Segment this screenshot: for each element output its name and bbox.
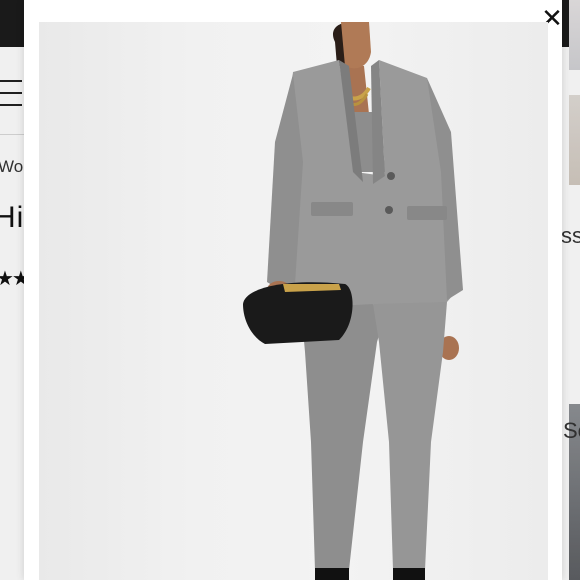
- product-photo: [39, 22, 548, 580]
- model-illustration: [243, 22, 463, 580]
- image-lightbox-modal: ✕: [24, 0, 563, 580]
